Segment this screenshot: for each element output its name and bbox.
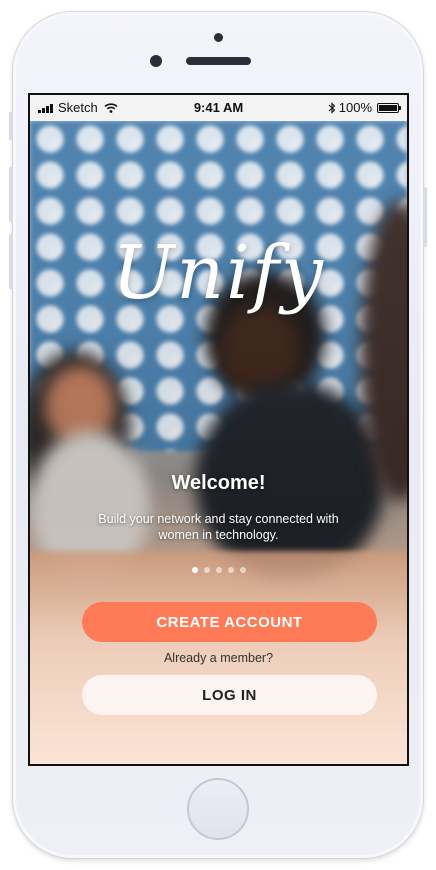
page-indicator[interactable] bbox=[30, 567, 407, 573]
page-dot-5[interactable] bbox=[239, 567, 246, 573]
power-button bbox=[423, 187, 427, 247]
volume-up-button bbox=[9, 167, 13, 222]
welcome-title: Welcome! bbox=[171, 472, 266, 494]
proximity-sensor bbox=[214, 33, 223, 42]
earpiece-speaker bbox=[186, 57, 251, 65]
login-button[interactable]: LOG IN bbox=[82, 675, 377, 715]
app-screen: Sketch 9:41 AM 100% Unify Welcome! Build… bbox=[28, 93, 409, 766]
background-photo bbox=[30, 121, 407, 764]
app-logo: Unify bbox=[112, 230, 325, 316]
home-button[interactable] bbox=[187, 778, 249, 840]
photo-overlay bbox=[30, 121, 407, 764]
bluetooth-icon bbox=[328, 101, 336, 114]
battery-icon bbox=[377, 102, 401, 113]
volume-down-button bbox=[9, 234, 13, 289]
welcome-tagline: Build your network and stay connected wi… bbox=[98, 512, 339, 542]
page-dot-1[interactable] bbox=[191, 567, 198, 573]
mute-switch bbox=[9, 112, 13, 140]
page-dot-2[interactable] bbox=[203, 567, 210, 573]
page-dot-3[interactable] bbox=[215, 567, 222, 573]
status-bar: Sketch 9:41 AM 100% bbox=[30, 95, 407, 121]
already-member-text: Already a member? bbox=[163, 651, 274, 665]
create-account-button[interactable]: CREATE ACCOUNT bbox=[82, 602, 377, 642]
front-camera bbox=[150, 55, 162, 67]
page-dot-4[interactable] bbox=[227, 567, 234, 573]
battery-percent: 100% bbox=[338, 100, 372, 115]
